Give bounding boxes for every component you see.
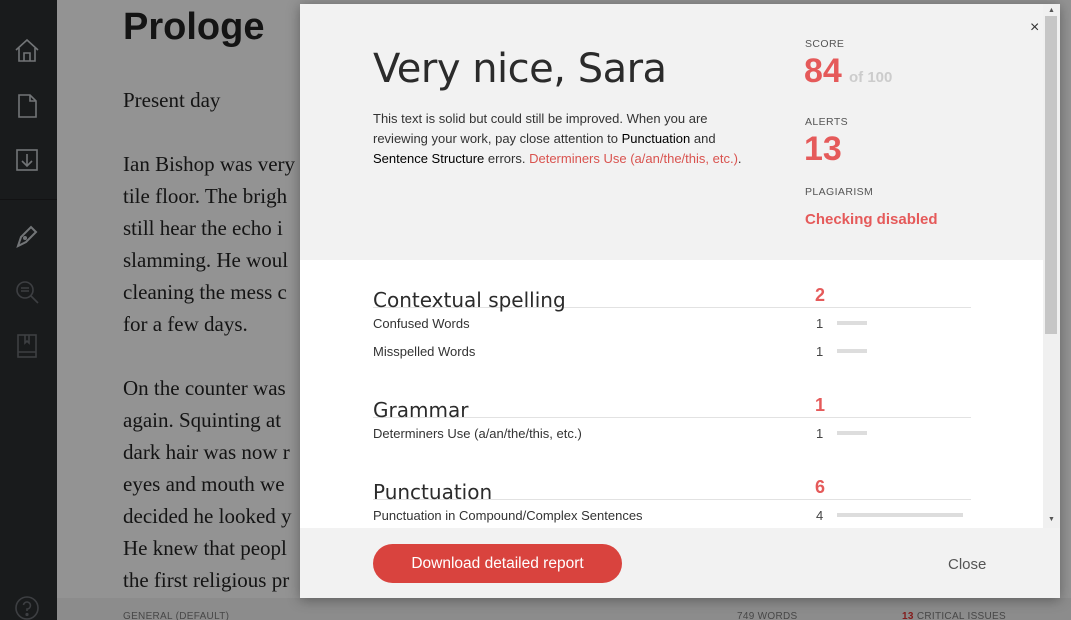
category-punctuation: Punctuation 6 Punctuation in Compound/Co…: [373, 474, 971, 528]
report-header: Very nice, Sara This text is solid but c…: [300, 4, 1043, 260]
score-value: 84: [804, 52, 842, 90]
category-count: 6: [815, 477, 826, 497]
category-header: Punctuation 6: [373, 474, 971, 504]
alerts-label: ALERTS: [805, 116, 849, 128]
close-icon[interactable]: ×: [1030, 19, 1039, 37]
alerts-value: 13: [804, 130, 842, 168]
plagiarism-value: Checking disabled: [805, 211, 938, 228]
issue-bar: [837, 431, 867, 435]
category-header: Grammar 1: [373, 392, 971, 422]
summary-text: .: [737, 151, 742, 166]
issue-count: 4: [816, 508, 824, 523]
summary-link[interactable]: Determiners Use (a/an/the/this, etc.): [529, 151, 738, 166]
plagiarism-label: PLAGIARISM: [805, 186, 874, 198]
issue-count: 1: [816, 316, 824, 331]
issue-bar: [837, 513, 963, 517]
score-max: of 100: [849, 69, 893, 86]
summary-text: and: [690, 131, 716, 146]
issue-count: 1: [816, 426, 824, 441]
issue-name: Determiners Use (a/an/the/this, etc.): [373, 426, 582, 441]
category-count: 2: [815, 285, 826, 305]
scroll-up-icon[interactable]: ▲: [1048, 7, 1055, 14]
category-contextual-spelling: Contextual spelling 2 Confused Words 1 M…: [373, 282, 971, 364]
greeting-title: Very nice, Sara: [373, 46, 667, 92]
issue-name: Confused Words: [373, 316, 470, 331]
report-summary: This text is solid but could still be im…: [373, 109, 753, 169]
issue-row[interactable]: Determiners Use (a/an/the/this, etc.) 1: [373, 418, 971, 446]
category-header: Contextual spelling 2: [373, 282, 971, 312]
issue-row[interactable]: Confused Words 1: [373, 308, 971, 336]
issue-bar: [837, 321, 867, 325]
close-button[interactable]: Close: [948, 556, 986, 573]
scroll-down-icon[interactable]: ▼: [1048, 516, 1055, 523]
category-grammar: Grammar 1 Determiners Use (a/an/the/this…: [373, 392, 971, 446]
issues-list[interactable]: Contextual spelling 2 Confused Words 1 M…: [300, 260, 1043, 528]
download-report-button[interactable]: Download detailed report: [373, 544, 622, 583]
scrollbar[interactable]: ▲ ▼: [1043, 4, 1060, 528]
report-footer: Download detailed report Close: [300, 528, 1060, 598]
issue-count: 1: [816, 344, 824, 359]
issue-row[interactable]: Punctuation in Compound/Complex Sentence…: [373, 500, 971, 528]
issue-name: Punctuation in Compound/Complex Sentence…: [373, 508, 643, 523]
summary-highlight: Punctuation: [621, 131, 691, 146]
issue-bar: [837, 349, 867, 353]
summary-highlight: Sentence Structure: [373, 151, 485, 166]
category-count: 1: [815, 395, 826, 415]
summary-text: errors.: [484, 151, 530, 166]
score-label: SCORE: [805, 38, 845, 50]
report-dialog: Very nice, Sara This text is solid but c…: [300, 4, 1060, 598]
issue-row[interactable]: Misspelled Words 1: [373, 336, 971, 364]
issue-name: Misspelled Words: [373, 344, 476, 359]
scrollbar-thumb[interactable]: [1045, 16, 1057, 334]
